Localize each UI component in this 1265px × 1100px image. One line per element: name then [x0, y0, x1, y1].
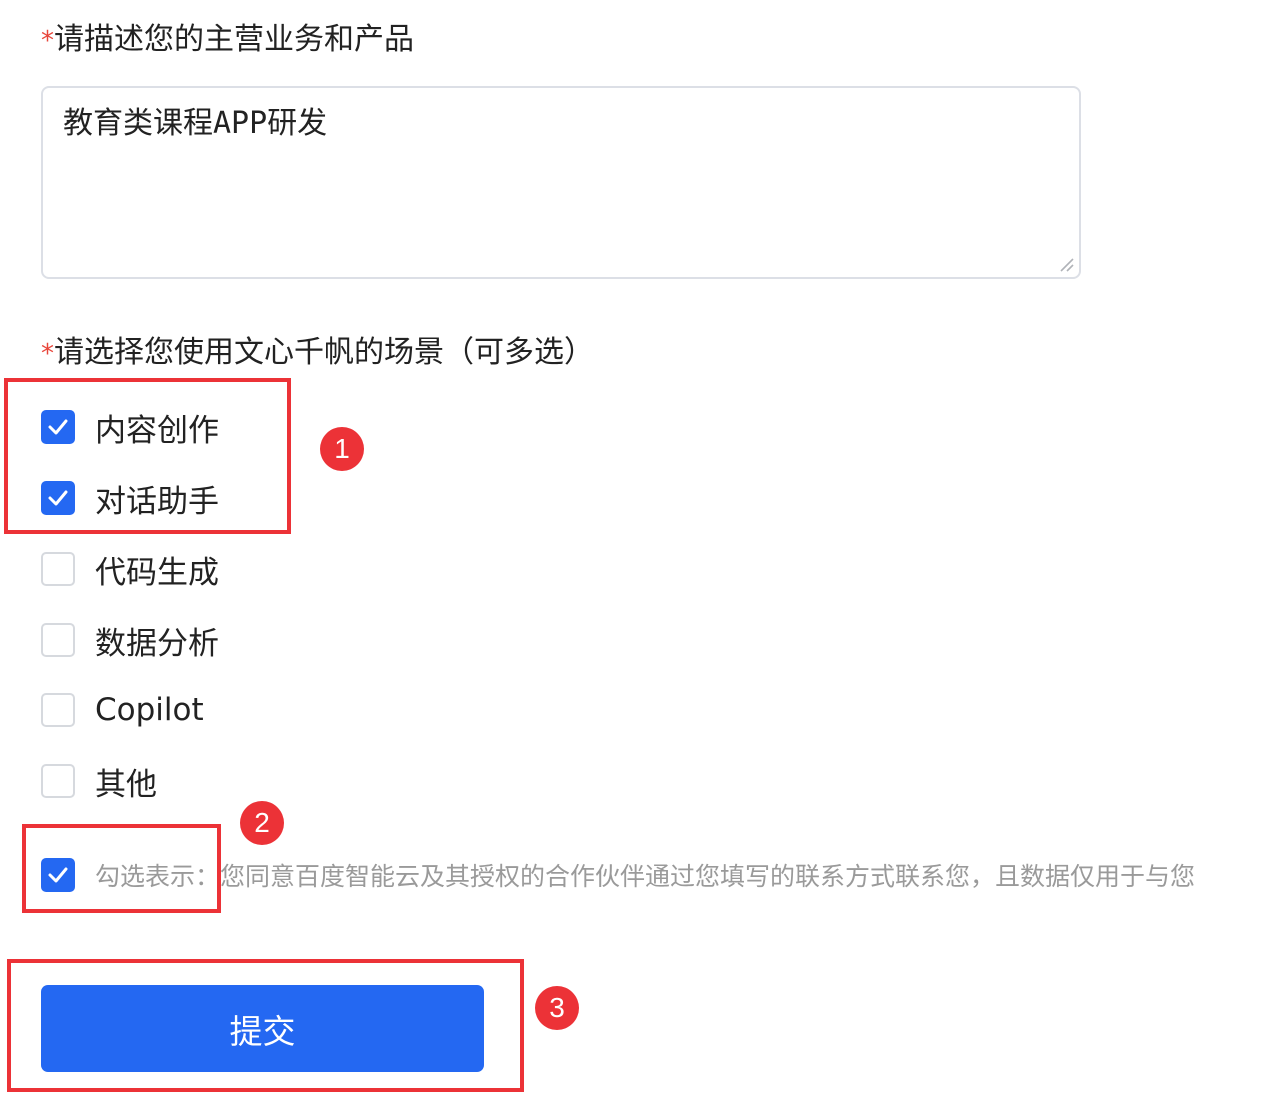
agreement-text: 勾选表示：您同意百度智能云及其授权的合作伙伴通过您填写的联系方式联系您，且数据仅…	[95, 862, 1196, 891]
scenario-label-text: 请选择您使用文心千帆的场景（可多选）	[54, 335, 594, 370]
annotation-badge-3: 3	[535, 986, 579, 1030]
checkbox-unchecked-icon[interactable]	[41, 693, 75, 727]
option-label: 数据分析	[95, 625, 219, 662]
checkbox-unchecked-icon[interactable]	[41, 552, 75, 586]
scenario-label: *请选择您使用文心千帆的场景（可多选）	[41, 333, 594, 374]
option-label: 代码生成	[95, 554, 219, 591]
form-page: *请描述您的主营业务和产品 *请选择您使用文心千帆的场景（可多选） 内容创作 对…	[0, 0, 1265, 1100]
option-code-generation[interactable]: 代码生成	[41, 549, 219, 591]
business-description-label: *请描述您的主营业务和产品	[41, 20, 414, 61]
option-data-analysis[interactable]: 数据分析	[41, 620, 219, 662]
checkbox-unchecked-icon[interactable]	[41, 764, 75, 798]
resize-handle-icon[interactable]	[1058, 256, 1074, 272]
annotation-badge-1: 1	[320, 427, 364, 471]
option-other[interactable]: 其他	[41, 761, 157, 803]
business-description-label-text: 请描述您的主营业务和产品	[54, 22, 414, 57]
required-mark: *	[41, 26, 54, 56]
option-label: Copilot	[95, 692, 204, 728]
business-description-textarea[interactable]	[41, 86, 1081, 279]
option-copilot[interactable]: Copilot	[41, 690, 204, 730]
required-mark: *	[41, 339, 54, 369]
annotation-highlight-box-1	[4, 378, 291, 534]
agreement-checkbox-row[interactable]: 勾选表示：您同意百度智能云及其授权的合作伙伴通过您填写的联系方式联系您，且数据仅…	[41, 855, 1259, 895]
annotation-highlight-box-3	[7, 959, 524, 1092]
option-label: 其他	[95, 766, 157, 803]
annotation-highlight-box-2	[22, 824, 221, 913]
annotation-badge-2: 2	[240, 801, 284, 845]
checkbox-unchecked-icon[interactable]	[41, 623, 75, 657]
